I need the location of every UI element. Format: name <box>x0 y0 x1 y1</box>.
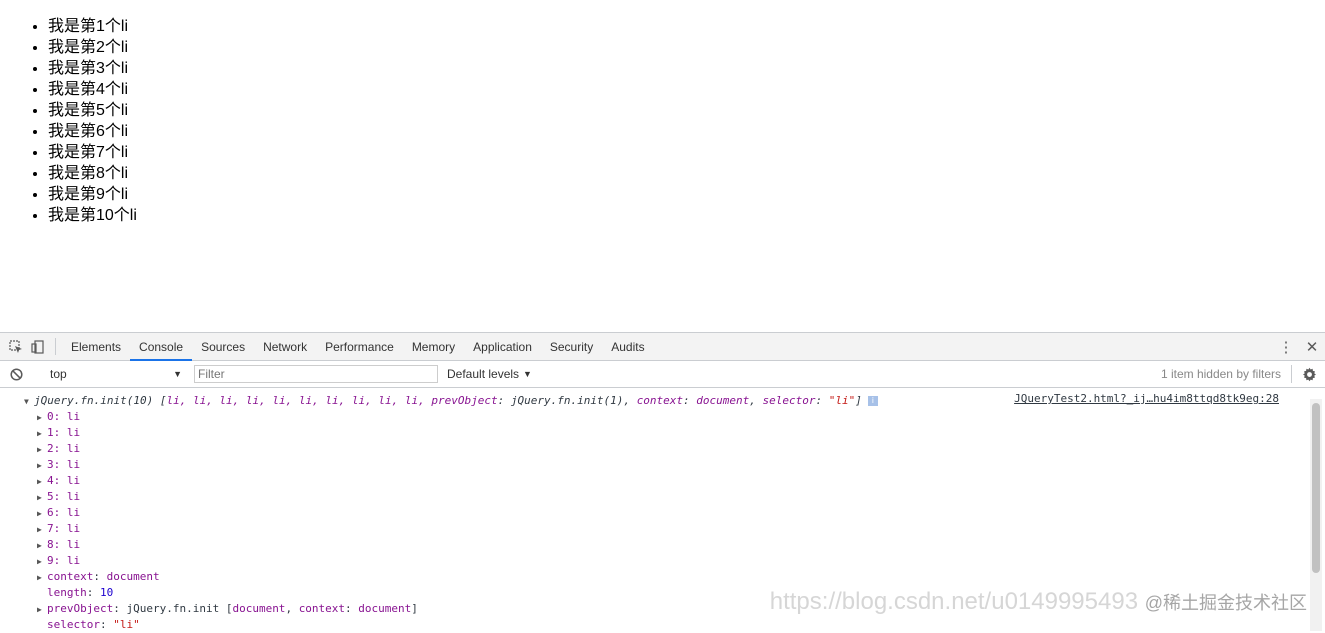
tab-elements[interactable]: Elements <box>62 333 130 360</box>
toolbar-divider <box>55 338 56 355</box>
list-item: 我是第3个li <box>48 58 137 79</box>
chevron-down-icon: ▼ <box>523 369 532 379</box>
page-li-list: 我是第1个li 我是第2个li 我是第3个li 我是第4个li 我是第5个li … <box>0 16 137 226</box>
tab-application[interactable]: Application <box>464 333 541 360</box>
collapsed-triangle-icon[interactable]: ▶ <box>37 458 47 474</box>
list-item: 我是第7个li <box>48 142 137 163</box>
collapsed-triangle-icon[interactable]: ▶ <box>37 474 47 490</box>
list-item: 我是第10个li <box>48 205 137 226</box>
devtools-window-controls: ⋮ ✕ <box>1273 333 1325 360</box>
collapsed-triangle-icon[interactable]: ▶ <box>37 554 47 570</box>
collapsed-triangle-icon[interactable]: ▶ <box>37 506 47 522</box>
expanded-triangle-icon[interactable]: ▼ <box>24 394 34 410</box>
info-icon[interactable]: i <box>867 396 878 406</box>
collapsed-triangle-icon[interactable]: ▶ <box>37 538 47 554</box>
devtools-panel: Elements Console Sources Network Perform… <box>0 332 1325 633</box>
more-options-icon[interactable]: ⋮ <box>1273 333 1299 360</box>
context-selector[interactable]: top ▼ <box>46 365 186 383</box>
tree-row-1[interactable]: ▶ 1: li <box>37 425 80 442</box>
log-levels-label: Default levels <box>447 367 520 381</box>
tree-row-8[interactable]: ▶ 8: li <box>37 537 80 554</box>
tree-row-2[interactable]: ▶ 2: li <box>37 441 80 458</box>
tree-row-4[interactable]: ▶ 4: li <box>37 473 80 490</box>
tree-row-6[interactable]: ▶ 6: li <box>37 505 80 522</box>
inspect-element-icon[interactable] <box>5 333 27 360</box>
tree-row-3[interactable]: ▶ 3: li <box>37 457 80 474</box>
tree-row-selector: selector: "li" <box>47 618 140 631</box>
device-toolbar-icon[interactable] <box>27 333 49 360</box>
filter-input[interactable] <box>194 365 438 383</box>
collapsed-triangle-icon[interactable]: ▶ <box>37 410 47 426</box>
tree-row-prevobject[interactable]: ▶ prevObject: jQuery.fn.init [document, c… <box>37 601 418 618</box>
log-levels-dropdown[interactable]: Default levels ▼ <box>447 367 532 381</box>
tree-row-9[interactable]: ▶ 9: li <box>37 553 80 570</box>
list-item: 我是第6个li <box>48 121 137 142</box>
console-scrollbar[interactable] <box>1310 399 1322 631</box>
tree-row-length: length: 10 <box>47 586 114 599</box>
source-link[interactable]: JQueryTest2.html?_ij…hu4im8ttqd8tk9eg:28 <box>1014 391 1279 407</box>
console-log-summary[interactable]: ▼ jQuery.fn.init(10) [li, li, li, li, li,… <box>24 393 878 410</box>
context-value: top <box>50 367 67 381</box>
gear-icon[interactable] <box>1299 364 1319 384</box>
console-output: ▼ jQuery.fn.init(10) [li, li, li, li, li,… <box>0 388 1309 633</box>
toolbar-divider <box>1291 365 1292 383</box>
tree-row-5[interactable]: ▶ 5: li <box>37 489 80 506</box>
hidden-messages-count: 1 item hidden by filters <box>1160 367 1281 381</box>
tab-security[interactable]: Security <box>541 333 602 360</box>
chevron-down-icon: ▼ <box>173 369 182 379</box>
list-item: 我是第4个li <box>48 79 137 100</box>
close-icon[interactable]: ✕ <box>1299 333 1325 360</box>
list-item: 我是第9个li <box>48 184 137 205</box>
tab-audits[interactable]: Audits <box>602 333 653 360</box>
console-toolbar: top ▼ Default levels ▼ 1 item hidden by … <box>0 361 1325 388</box>
collapsed-triangle-icon[interactable]: ▶ <box>37 570 47 586</box>
tree-row-context[interactable]: ▶ context: document <box>37 569 160 586</box>
scrollbar-thumb[interactable] <box>1312 403 1320 573</box>
clear-console-icon[interactable] <box>5 367 27 381</box>
devtools-tabbar: Elements Console Sources Network Perform… <box>0 333 1325 361</box>
tab-console[interactable]: Console <box>130 333 193 361</box>
tab-memory[interactable]: Memory <box>403 333 464 360</box>
collapsed-triangle-icon[interactable]: ▶ <box>37 490 47 506</box>
collapsed-triangle-icon[interactable]: ▶ <box>37 442 47 458</box>
list-item: 我是第2个li <box>48 37 137 58</box>
tree-row-0[interactable]: ▶ 0: li <box>37 409 80 426</box>
collapsed-triangle-icon[interactable]: ▶ <box>37 602 47 618</box>
list-item: 我是第5个li <box>48 100 137 121</box>
list-item: 我是第1个li <box>48 16 137 37</box>
tab-sources[interactable]: Sources <box>192 333 254 360</box>
collapsed-triangle-icon[interactable]: ▶ <box>37 426 47 442</box>
list-item: 我是第8个li <box>48 163 137 184</box>
tab-network[interactable]: Network <box>254 333 316 360</box>
collapsed-triangle-icon[interactable]: ▶ <box>37 522 47 538</box>
tree-row-7[interactable]: ▶ 7: li <box>37 521 80 538</box>
tab-performance[interactable]: Performance <box>316 333 403 360</box>
